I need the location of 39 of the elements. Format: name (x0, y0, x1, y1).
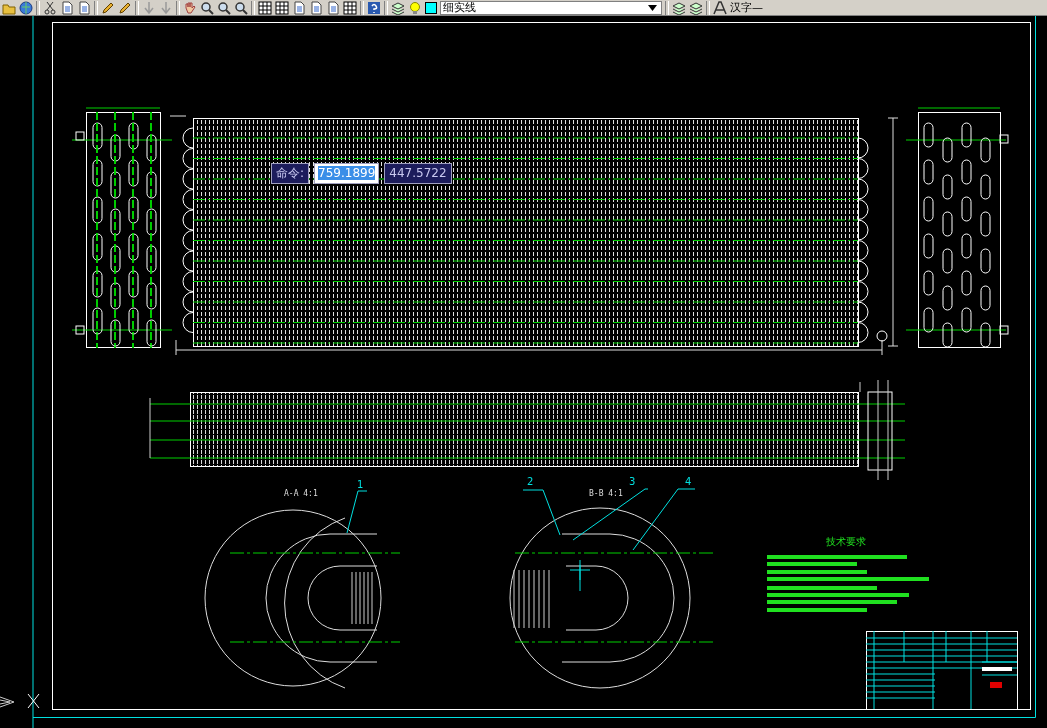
layers-icon[interactable] (672, 0, 686, 15)
crosshair-icon (27, 693, 40, 709)
document-icon[interactable] (309, 0, 323, 15)
caret-icon[interactable] (648, 4, 657, 11)
globe-icon[interactable] (19, 0, 33, 15)
magnifier-icon[interactable] (234, 0, 248, 15)
coordinate-input-field[interactable]: 447.5722 (384, 163, 452, 184)
layers-icon[interactable] (689, 0, 703, 15)
scissors-icon[interactable] (43, 0, 57, 15)
document-icon[interactable] (60, 0, 74, 15)
grid-icon[interactable] (275, 0, 289, 15)
part-number: 1 (357, 479, 364, 490)
leader-line (346, 490, 368, 534)
layers-icon[interactable] (391, 0, 405, 15)
leader-line (522, 489, 561, 536)
grid-icon[interactable] (343, 0, 357, 15)
part-number: 3 (629, 476, 636, 487)
command-label: 命令: (271, 163, 310, 184)
magnifier-icon[interactable] (200, 0, 214, 15)
hand-icon[interactable] (183, 0, 197, 15)
document-icon[interactable] (326, 0, 340, 15)
layer-color-swatch (425, 1, 437, 14)
document-icon[interactable] (77, 0, 91, 15)
pencil-icon[interactable] (101, 0, 115, 15)
magnifier-icon[interactable] (217, 0, 231, 15)
section-label: A-A 4:1 (284, 489, 318, 498)
leader-line (632, 488, 696, 551)
section-label: B-B 4:1 (589, 489, 623, 498)
part-number: 4 (685, 476, 692, 487)
ucs-icon (0, 696, 15, 708)
bulb-icon[interactable] (408, 0, 422, 15)
grid-icon[interactable] (258, 0, 272, 15)
part-number: 2 (527, 476, 534, 487)
pencil-icon[interactable] (118, 0, 132, 15)
notes-heading: 技术要求 (826, 536, 866, 547)
layer-dropdown[interactable]: 细实线 (440, 0, 662, 15)
text-style-icon[interactable] (713, 0, 727, 15)
document-icon[interactable] (292, 0, 306, 15)
help-icon[interactable] (367, 0, 381, 15)
